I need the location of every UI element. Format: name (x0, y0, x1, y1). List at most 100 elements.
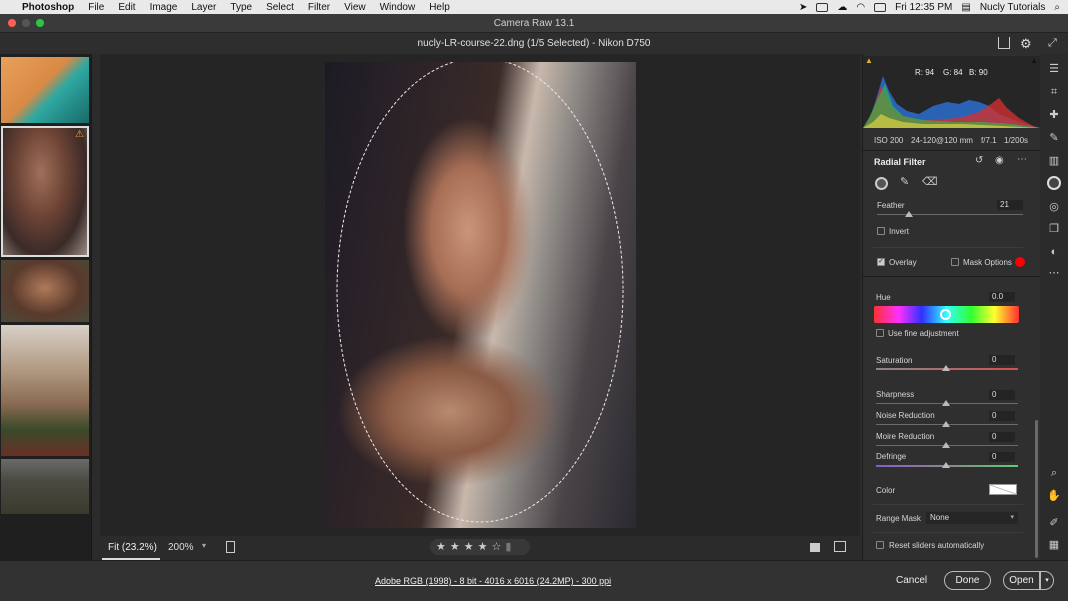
mask-options-checkbox[interactable] (951, 258, 959, 266)
noise-reduction-field[interactable]: 0 (989, 411, 1015, 421)
brush-icon[interactable]: ✎ (1047, 131, 1061, 145)
before-after-icon[interactable] (834, 541, 846, 552)
hue-spectrum-slider[interactable] (874, 306, 1019, 323)
trash-icon[interactable]: ▮ (505, 541, 511, 553)
moire-reduction-slider-thumb[interactable] (942, 442, 950, 448)
reset-icon[interactable]: ↺ (975, 155, 983, 166)
filmstrip-thumb-1[interactable] (1, 57, 89, 123)
feather-slider-thumb[interactable] (905, 211, 913, 217)
hue-field[interactable]: 0.0 (989, 292, 1015, 302)
reset-sliders-checkbox[interactable] (876, 541, 884, 549)
mask-color-swatch[interactable] (1015, 257, 1025, 267)
invert-checkbox[interactable] (877, 227, 885, 235)
range-mask-select[interactable]: None ▾ (926, 512, 1018, 524)
menu-edit[interactable]: Edit (118, 2, 135, 13)
filmstrip-thumb-2-selected[interactable]: ⚠ (1, 126, 89, 257)
filmstrip-thumb-3[interactable] (1, 260, 89, 322)
flag-icon[interactable]: ▤ (961, 2, 970, 13)
star-1-icon[interactable]: ★ (436, 541, 446, 553)
close-window-button[interactable] (8, 19, 16, 27)
feather-slider-track[interactable] (877, 214, 1023, 215)
filmstrip-toggle-icon[interactable] (226, 541, 235, 553)
image-canvas[interactable] (100, 54, 860, 536)
screen-record-icon[interactable] (816, 2, 829, 12)
search-icon[interactable]: ⌕ (1054, 2, 1060, 13)
display-icon[interactable] (874, 2, 887, 12)
snapshots-icon[interactable]: ❐ (1047, 222, 1061, 236)
noise-reduction-slider-thumb[interactable] (942, 421, 950, 427)
menu-help[interactable]: Help (429, 2, 450, 13)
sharpness-slider-thumb[interactable] (942, 400, 950, 406)
star-5-icon[interactable]: ☆ (492, 541, 502, 553)
user-name[interactable]: Nucly Tutorials (980, 2, 1046, 13)
moire-reduction-field[interactable]: 0 (989, 432, 1015, 442)
menu-image[interactable]: Image (150, 2, 178, 13)
fit-zoom-button[interactable]: Fit (23.2%) (108, 542, 157, 553)
portrait-photo[interactable] (325, 62, 636, 528)
fine-adjustment-checkbox[interactable] (876, 329, 884, 337)
zoom-window-button[interactable] (36, 19, 44, 27)
location-icon[interactable]: ➤ (799, 2, 807, 13)
filmstrip-thumb-5[interactable] (1, 459, 89, 514)
zoom-icon[interactable]: ⌕ (1047, 466, 1061, 480)
filmstrip-thumb-4[interactable] (1, 325, 89, 456)
menu-window[interactable]: Window (380, 2, 416, 13)
more-options-icon[interactable]: ⋯ (1017, 154, 1027, 165)
star-4-icon[interactable]: ★ (478, 541, 488, 553)
warning-icon[interactable]: ⚠ (75, 129, 84, 140)
menu-select[interactable]: Select (266, 2, 294, 13)
menu-layer[interactable]: Layer (191, 2, 216, 13)
crop-icon[interactable]: ⌗ (1047, 85, 1061, 99)
highlight-clip-icon[interactable]: ▲ (1030, 56, 1038, 65)
panel-scrollbar[interactable] (1035, 420, 1038, 558)
radial-filter-icon[interactable] (1047, 176, 1061, 190)
grid-icon[interactable]: ▦ (1047, 538, 1061, 552)
hue-slider-thumb[interactable] (940, 309, 951, 320)
chevron-down-icon[interactable]: ▾ (202, 541, 206, 550)
eye-icon[interactable]: ◉ (995, 155, 1004, 166)
menu-type[interactable]: Type (230, 2, 252, 13)
open-options-button[interactable]: ▾ (1040, 571, 1054, 590)
minimize-window-button[interactable] (22, 19, 30, 27)
radial-mask-tool-icon[interactable] (875, 177, 888, 190)
wifi-icon[interactable]: ◠ (856, 2, 865, 13)
saturation-slider-thumb[interactable] (942, 365, 950, 371)
menu-view[interactable]: View (344, 2, 366, 13)
single-view-icon[interactable] (810, 543, 820, 552)
saturation-field[interactable]: 0 (989, 355, 1015, 365)
presets-icon[interactable]: ◐ (1047, 245, 1061, 259)
done-button[interactable]: Done (944, 571, 991, 590)
shadow-clip-icon[interactable]: ▲ (865, 56, 873, 65)
color-swatch[interactable] (989, 484, 1017, 495)
rating-stars[interactable]: ★ ★ ★ ★ ☆ ▮ (430, 539, 530, 555)
brush-mask-tool-icon[interactable]: ✎ (900, 175, 909, 188)
overlay-checkbox[interactable]: ✓ (877, 258, 885, 266)
more-icon[interactable]: ⋯ (1047, 266, 1061, 280)
app-menu[interactable]: Photoshop (22, 2, 74, 13)
sampler-icon[interactable]: ✐ (1047, 516, 1061, 530)
hand-icon[interactable]: ✋ (1047, 489, 1061, 503)
menu-filter[interactable]: Filter (308, 2, 330, 13)
edit-sliders-icon[interactable]: ☰ (1047, 62, 1061, 76)
creative-cloud-icon[interactable]: ☁ (837, 2, 847, 13)
radial-filter-overlay[interactable] (325, 62, 636, 528)
expand-icon[interactable]: ⤢ (1048, 33, 1057, 54)
defringe-slider-thumb[interactable] (942, 462, 950, 468)
sharpness-field[interactable]: 0 (989, 390, 1015, 400)
red-eye-icon[interactable]: ◎ (1047, 200, 1061, 214)
defringe-field[interactable]: 0 (989, 452, 1015, 462)
download-icon[interactable] (998, 37, 1010, 49)
menu-file[interactable]: File (88, 2, 104, 13)
gear-icon[interactable]: ⚙ (1020, 33, 1032, 54)
clock[interactable]: Fri 12:35 PM (895, 2, 952, 13)
healing-icon[interactable]: ✚ (1047, 108, 1061, 122)
star-2-icon[interactable]: ★ (450, 541, 460, 553)
eraser-mask-tool-icon[interactable]: ⌫ (922, 175, 938, 188)
workflow-options-link[interactable]: Adobe RGB (1998) - 8 bit - 4016 x 6016 (… (375, 576, 611, 586)
star-3-icon[interactable]: ★ (464, 541, 474, 553)
zoom-200-button[interactable]: 200% (168, 542, 194, 553)
cancel-button[interactable]: Cancel (896, 575, 927, 586)
feather-field[interactable]: 21 (997, 200, 1023, 210)
open-button[interactable]: Open (1003, 571, 1040, 590)
gradient-icon[interactable]: ▥ (1047, 154, 1061, 168)
